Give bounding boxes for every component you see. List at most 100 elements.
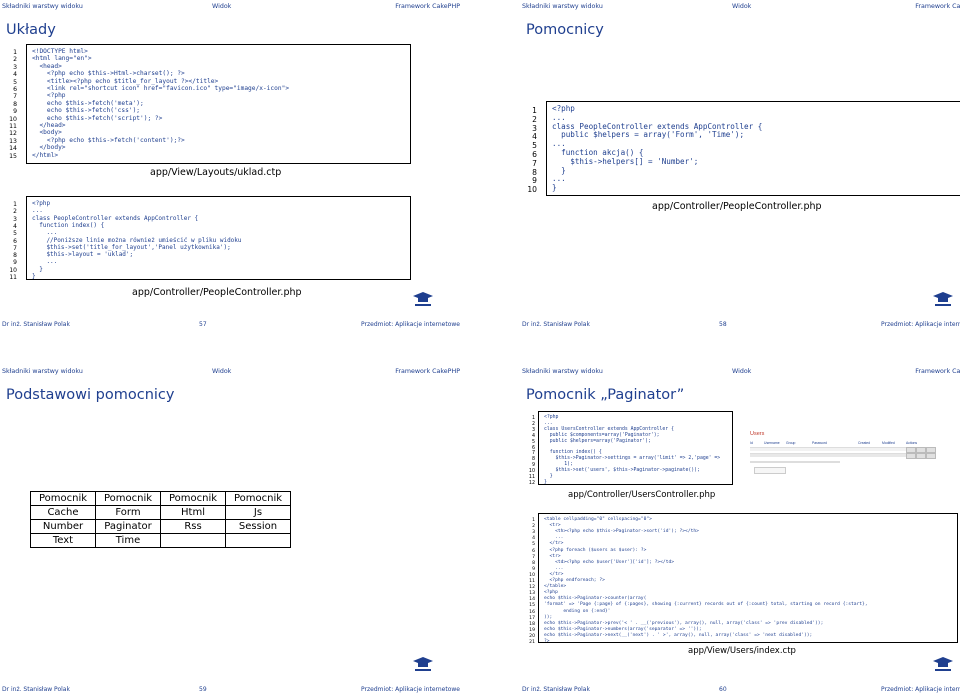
code-line: </body> bbox=[32, 144, 66, 152]
code-block-users-controller: 1 <?php 2... 3 class UsersController extends… bbox=[529, 411, 733, 486]
nav-subsection[interactable]: Widok bbox=[212, 3, 231, 10]
code-caption: app/Controller/PeopleController.php bbox=[652, 201, 822, 212]
code-line: public $helpers = array('Form', 'Time'); bbox=[552, 130, 745, 140]
slide-title: Podstawowi pomocnicy bbox=[6, 387, 175, 403]
table-cell: Form bbox=[95, 505, 161, 520]
preview-column-header[interactable]: Id bbox=[750, 441, 753, 445]
line-number: 3 bbox=[532, 530, 535, 536]
table-cell: Cache bbox=[30, 505, 96, 520]
slide-title: Pomocnicy bbox=[526, 22, 604, 38]
line-number: 14 bbox=[529, 597, 535, 603]
line-number: 4 bbox=[531, 433, 535, 439]
line-number: 2 bbox=[531, 421, 535, 427]
line-number: 7 bbox=[13, 244, 17, 252]
preview-action-button[interactable] bbox=[916, 453, 926, 459]
line-number: 9 bbox=[13, 108, 17, 116]
footer-course: Przedmiot: Aplikacje internetowe bbox=[361, 686, 460, 693]
line-number: 20 bbox=[529, 633, 535, 639]
line-number: 5 bbox=[531, 439, 535, 445]
line-number: 5 bbox=[13, 230, 17, 238]
line-number: 10 bbox=[529, 572, 535, 578]
code-caption: app/Controller/PeopleController.php bbox=[132, 287, 302, 298]
preview-column-header[interactable]: Username bbox=[764, 441, 780, 445]
line-number: 1 bbox=[13, 201, 17, 208]
code-line: //Poniższe linie można również umieścić … bbox=[32, 236, 242, 244]
table-cell: Time bbox=[95, 533, 161, 548]
nav-section[interactable]: Składniki warstwy widoku bbox=[2, 3, 83, 10]
users-list-preview: Users Id Username Group Password Created Modif… bbox=[750, 431, 940, 477]
page-number: 58 bbox=[719, 321, 727, 328]
code-line: $this->helpers[] = 'Number'; bbox=[552, 156, 699, 166]
code-line: $this->layout = 'uklad'; bbox=[32, 251, 134, 259]
line-number: 18 bbox=[529, 621, 535, 627]
line-number: 14 bbox=[9, 145, 17, 153]
nav-subsection[interactable]: Widok bbox=[732, 368, 751, 375]
line-number: 5 bbox=[532, 542, 535, 548]
code-line: <td><?php echo $user['User']['id']; ?></… bbox=[544, 559, 674, 565]
line-number: 2 bbox=[532, 114, 537, 124]
nav-topic[interactable]: Framework CakePHP bbox=[915, 3, 960, 10]
footer-author: Dr inż. Stanisław Polak bbox=[522, 686, 590, 693]
line-number: 2 bbox=[13, 56, 17, 64]
nav-section[interactable]: Składniki warstwy widoku bbox=[522, 368, 603, 375]
line-number: 9 bbox=[531, 463, 535, 469]
line-number: 8 bbox=[13, 100, 17, 108]
nav-topic[interactable]: Framework CakePHP bbox=[915, 368, 960, 375]
table-cell: Number bbox=[30, 519, 96, 534]
preview-column-header[interactable]: Actions bbox=[906, 441, 917, 445]
preview-column-header[interactable]: Created bbox=[858, 441, 870, 445]
code-line: <?php bbox=[32, 200, 51, 207]
line-number: 1 bbox=[13, 49, 17, 56]
nav-topic[interactable]: Framework CakePHP bbox=[395, 3, 460, 10]
preview-pager-buttons[interactable] bbox=[754, 467, 786, 474]
line-number: 12 bbox=[528, 480, 535, 486]
preview-column-header[interactable]: Modified bbox=[882, 441, 895, 445]
nav-topic[interactable]: Framework CakePHP bbox=[395, 368, 460, 375]
code-line: <?php echo $this->fetch('content');?> bbox=[32, 136, 185, 144]
slide-uklady: Składniki warstwy widoku Widok Framework… bbox=[0, 0, 464, 334]
helpers-table: Pomocnik Pomocnik Pomocnik Pomocnik Cache For… bbox=[30, 491, 291, 548]
line-number: 3 bbox=[531, 427, 535, 433]
preview-action-button[interactable] bbox=[926, 453, 936, 459]
code-block-helpers: 1 <?php 2... 3 class PeopleController extend… bbox=[527, 101, 960, 196]
table-cell: Text bbox=[30, 533, 96, 548]
code-block-index-view: 1 <table cellpadding="0" cellspacing="0">… bbox=[529, 513, 958, 645]
code-line: echo $this->fetch('script'); ?> bbox=[32, 114, 163, 122]
code-line: <th><?php echo $this->Paginator->sort('i… bbox=[544, 529, 699, 535]
code-line: } bbox=[552, 183, 557, 193]
code-line: class PeopleController extends AppContro… bbox=[32, 214, 199, 222]
line-number: 7 bbox=[531, 451, 535, 457]
nav-subsection[interactable]: Widok bbox=[732, 3, 751, 10]
line-number: 19 bbox=[529, 627, 535, 633]
university-logo bbox=[932, 655, 954, 675]
table-cell: Session bbox=[225, 519, 291, 534]
line-number: 6 bbox=[532, 150, 537, 159]
code-line: } bbox=[32, 265, 43, 273]
code-line: <?php echo $this->Html->charset(); ?> bbox=[32, 70, 185, 78]
preview-action-button[interactable] bbox=[906, 453, 916, 459]
line-number: 6 bbox=[13, 86, 17, 93]
top-nav: Składniki warstwy widoku Widok Framework… bbox=[522, 3, 960, 13]
nav-subsection[interactable]: Widok bbox=[212, 368, 231, 375]
table-row: Cache Form Html Js bbox=[30, 505, 291, 520]
footer-author: Dr inż. Stanisław Polak bbox=[2, 321, 70, 328]
code-line: <body> bbox=[32, 129, 62, 137]
line-number: 6 bbox=[532, 548, 535, 554]
line-number: 15 bbox=[9, 152, 17, 160]
line-number: 11 bbox=[529, 579, 535, 584]
code-line: ?> bbox=[544, 639, 550, 644]
line-number: 12 bbox=[9, 130, 17, 138]
table-row: Number Paginator Rss Session bbox=[30, 519, 291, 534]
line-number: 8 bbox=[531, 457, 535, 463]
nav-section[interactable]: Składniki warstwy widoku bbox=[522, 3, 603, 10]
preview-column-header[interactable]: Password bbox=[812, 441, 827, 445]
page-number: 57 bbox=[199, 321, 207, 328]
line-number: 21 bbox=[529, 640, 535, 645]
line-number: 17 bbox=[529, 615, 535, 621]
table-cell: Paginator bbox=[95, 519, 161, 534]
preview-column-header[interactable]: Group bbox=[786, 441, 795, 445]
code-line: <html lang="en"> bbox=[32, 55, 92, 63]
nav-section[interactable]: Składniki warstwy widoku bbox=[2, 368, 83, 375]
table-cell bbox=[160, 533, 226, 548]
page-number: 60 bbox=[719, 686, 727, 693]
